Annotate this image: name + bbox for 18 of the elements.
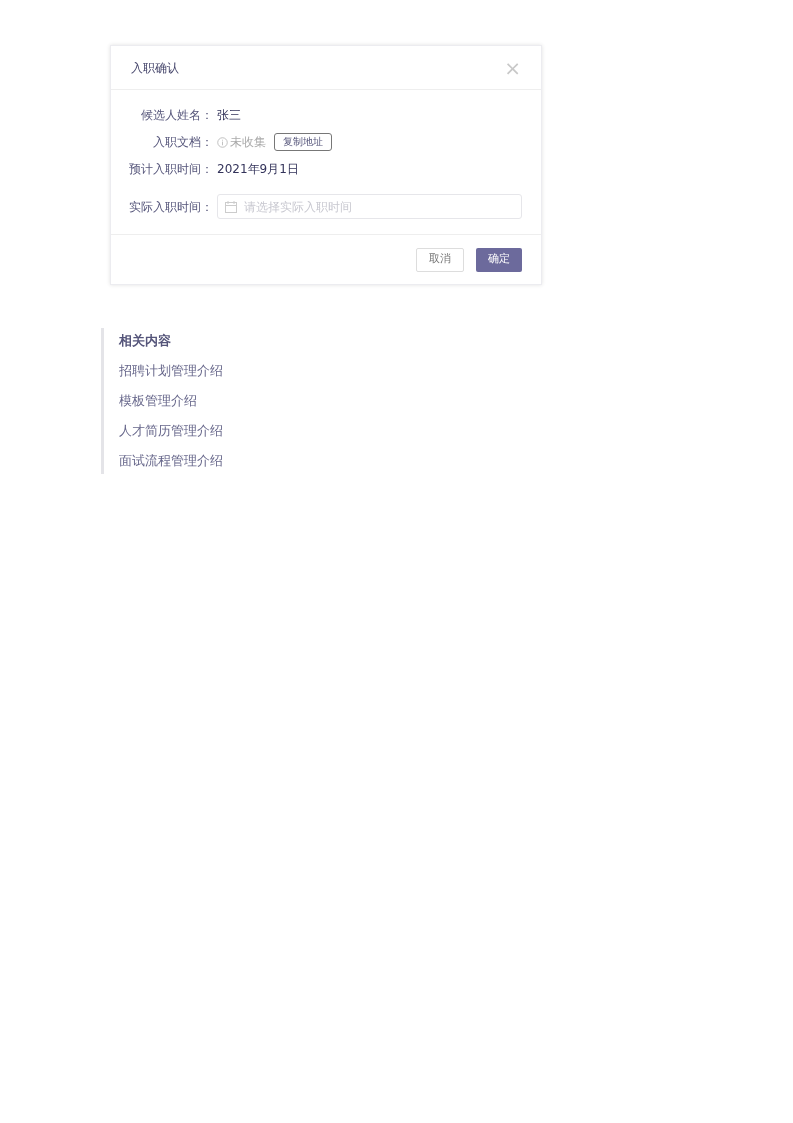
field-label: 入职文档： <box>152 134 213 151</box>
related-link[interactable]: 模板管理介绍 <box>119 391 401 411</box>
status-text: 未收集 <box>230 134 266 151</box>
info-icon <box>217 136 228 148</box>
calendar-icon <box>225 200 237 213</box>
field-label: 实际入职时间： <box>128 198 213 216</box>
field-label: 预计入职时间： <box>128 161 213 178</box>
confirm-button[interactable]: 确定 <box>476 247 522 272</box>
related-link[interactable]: 人才简历管理介绍 <box>119 421 401 441</box>
field-label: 候选人姓名： <box>140 107 213 124</box>
related-link[interactable]: 招聘计划管理介绍 <box>119 361 401 381</box>
field-value: 张三 <box>217 107 241 124</box>
cancel-button[interactable]: 取消 <box>416 247 464 272</box>
related-link[interactable]: 面试流程管理介绍 <box>119 451 401 471</box>
related-title: 相关内容 <box>119 332 172 350</box>
field-value: 2021年9月1日 <box>217 161 299 178</box>
copy-address-button[interactable]: 复制地址 <box>274 133 332 151</box>
dialog-title: 入职确认 <box>131 59 179 77</box>
